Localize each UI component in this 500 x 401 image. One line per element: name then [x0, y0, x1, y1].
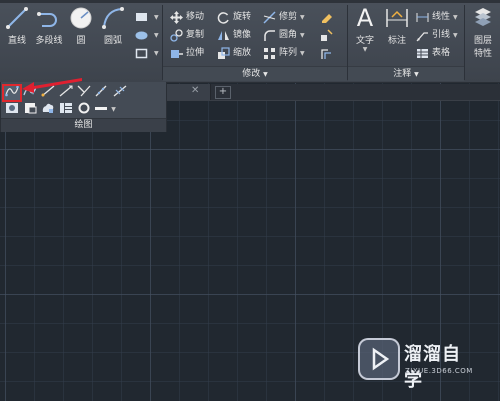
copy-icon	[170, 29, 183, 42]
layer-properties-icon	[470, 6, 496, 30]
new-tab-button[interactable]: +	[215, 86, 231, 99]
dimension-label: 标注	[387, 36, 406, 46]
chevron-down-icon: ▼	[154, 32, 159, 39]
layer-properties-label-2: 特性	[473, 49, 492, 59]
table-label: 表格	[432, 48, 451, 58]
chevron-down-icon: ▼	[453, 14, 458, 21]
rectangle-tool[interactable]: ▼	[135, 9, 159, 26]
stretch-icon	[170, 47, 183, 60]
table-icon	[416, 47, 429, 60]
leader-button[interactable]: 引线 ▼	[416, 27, 458, 44]
text-icon: A	[356, 4, 374, 32]
move-button[interactable]: 移动	[170, 9, 204, 26]
leader-icon	[416, 29, 429, 42]
trim-button[interactable]: 修剪 ▼	[263, 9, 305, 26]
hatch-icon	[135, 29, 148, 42]
fillet-label: 圆角	[279, 30, 298, 40]
rotate-button[interactable]: 旋转	[217, 9, 251, 26]
move-icon	[170, 11, 183, 24]
chevron-down-icon: ▼	[300, 32, 305, 39]
fillet-icon	[263, 29, 276, 42]
array-icon	[263, 47, 276, 60]
offset-button[interactable]	[320, 45, 336, 62]
watermark-name: 溜溜自学	[404, 344, 461, 391]
stretch-label: 拉伸	[186, 48, 205, 58]
offset-icon	[320, 47, 333, 60]
copy-label: 复制	[186, 30, 205, 40]
boundary-tool[interactable]: ▼	[135, 45, 159, 62]
explode-icon	[320, 29, 333, 42]
chevron-down-icon: ▼	[154, 50, 159, 57]
trim-label: 修剪	[279, 12, 298, 22]
explode-button[interactable]	[320, 27, 336, 44]
dimension-icon	[384, 6, 410, 30]
chevron-down-icon: ▼	[453, 32, 458, 39]
annotation-panel-title-text: 注释	[393, 69, 412, 79]
dimension-button[interactable]: 标注	[383, 6, 411, 46]
draw-panel-title-text: 绘图	[74, 120, 93, 130]
chevron-down-icon: ▼	[300, 50, 305, 57]
linear-label: 线性	[432, 12, 451, 22]
rotate-icon	[217, 11, 230, 24]
text-button[interactable]: A 文字 ▼	[352, 4, 378, 53]
chevron-down-icon: ▼	[300, 14, 305, 21]
annotation-panel-title[interactable]: 注释 ▼	[348, 66, 464, 81]
chevron-down-icon: ▼	[414, 71, 419, 78]
eraser-icon	[320, 11, 333, 24]
modify-panel-title-text: 修改	[242, 69, 261, 79]
text-label: 文字	[355, 36, 374, 46]
mirror-label: 镜像	[233, 30, 252, 40]
table-button[interactable]: 表格	[416, 45, 450, 62]
rotate-label: 旋转	[233, 12, 252, 22]
mirror-icon	[217, 29, 230, 42]
draw-panel-title[interactable]: 绘图	[1, 118, 166, 132]
array-label: 阵列	[279, 48, 298, 58]
panel-separator	[464, 5, 465, 80]
move-label: 移动	[186, 12, 205, 22]
chevron-down-icon: ▼	[362, 46, 368, 53]
chevron-down-icon: ▼	[263, 71, 268, 78]
watermark-logo	[358, 338, 400, 380]
linear-dimension-icon	[416, 11, 429, 24]
scale-icon	[217, 47, 230, 60]
hatch-tool[interactable]: ▼	[135, 27, 159, 44]
erase-button[interactable]	[320, 9, 336, 26]
chevron-down-icon: ▼	[154, 14, 159, 21]
layer-properties-label-1: 图层	[473, 36, 492, 46]
modify-panel-title[interactable]: 修改 ▼	[163, 66, 347, 81]
watermark: 溜溜自学 ZIXUE.3D66.COM	[350, 334, 475, 391]
layer-properties-button[interactable]: 图层 特性	[469, 6, 497, 59]
fillet-button[interactable]: 圆角 ▼	[263, 27, 305, 44]
stretch-button[interactable]: 拉伸	[170, 45, 204, 62]
document-tab[interactable]: ✕	[165, 84, 211, 100]
boundary-icon	[135, 47, 148, 60]
mirror-button[interactable]: 镜像	[217, 27, 251, 44]
close-icon[interactable]: ✕	[191, 85, 199, 96]
scale-button[interactable]: 缩放	[217, 45, 251, 62]
watermark-url: ZIXUE.3D66.COM	[405, 367, 473, 375]
document-tab-strip: ✕ +	[165, 84, 500, 101]
leader-label: 引线	[432, 30, 451, 40]
scale-label: 缩放	[233, 48, 252, 58]
copy-button[interactable]: 复制	[170, 27, 204, 44]
array-button[interactable]: 阵列 ▼	[263, 45, 305, 62]
linear-dimension-button[interactable]: 线性 ▼	[416, 9, 458, 26]
trim-icon	[263, 11, 276, 24]
annotation-arrow	[22, 78, 82, 93]
play-icon	[372, 347, 390, 371]
rectangle-icon	[135, 11, 148, 24]
